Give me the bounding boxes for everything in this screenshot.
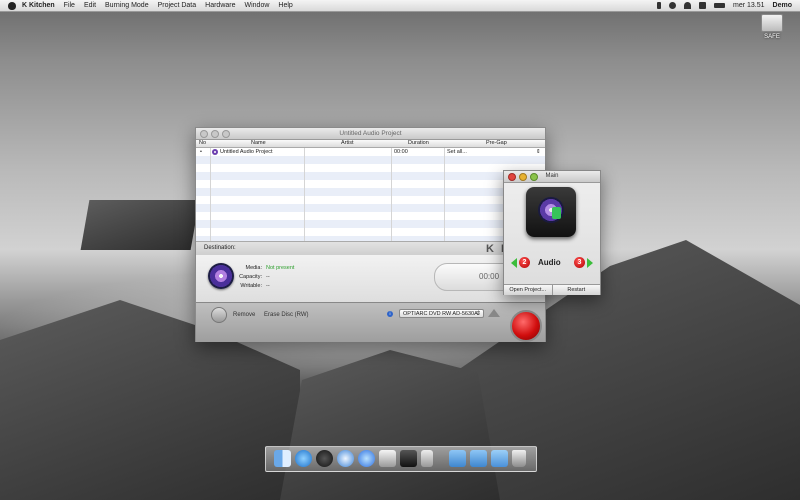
col-divider — [304, 148, 305, 243]
prev-mode-badge[interactable]: 2 — [519, 257, 530, 268]
window-controls — [200, 130, 230, 138]
col-duration[interactable]: Duration — [408, 140, 429, 146]
audio-mode-icon[interactable] — [526, 187, 576, 237]
hard-drive-icon — [761, 14, 783, 32]
documents-folder-icon[interactable] — [470, 450, 487, 467]
col-name[interactable]: Name — [251, 140, 266, 146]
col-divider — [444, 148, 445, 243]
row-name: Untitled Audio Project — [220, 149, 273, 155]
destination-label: Destination: — [204, 245, 236, 251]
col-pregap[interactable]: Pre-Gap — [486, 140, 507, 146]
remove-icon[interactable] — [211, 307, 227, 323]
row-no: • — [200, 149, 202, 155]
applications-folder-icon[interactable] — [449, 450, 466, 467]
main-title: Main — [545, 173, 559, 179]
music-note-icon — [552, 207, 561, 219]
zoom-button[interactable] — [222, 130, 230, 138]
desktop-drive[interactable]: SAFE — [761, 14, 783, 40]
menu-project-data[interactable]: Project Data — [158, 2, 197, 9]
capacity-value: -- — [266, 274, 270, 280]
trash-can-icon[interactable] — [421, 450, 433, 467]
next-mode-arrow-icon[interactable] — [587, 258, 593, 268]
battery-icon[interactable] — [714, 3, 726, 8]
minimize-button[interactable] — [211, 130, 219, 138]
main-buttons: Open Project... Restart — [504, 284, 600, 295]
writable-key: Writable: — [240, 283, 262, 289]
col-no[interactable]: No — [199, 140, 206, 146]
safari-icon[interactable] — [337, 450, 354, 467]
table-row[interactable]: • Untitled Audio Project 00:00 Set all..… — [196, 148, 543, 156]
track-table-header: No Name Artist Duration Pre-Gap — [196, 140, 545, 148]
main-window: Main 2 Audio 3 Open Project... Restart — [503, 170, 601, 295]
wifi-icon[interactable] — [684, 2, 692, 9]
row-pregap[interactable]: Set all... — [447, 149, 467, 155]
menu-app-name[interactable]: K Kitchen — [22, 2, 55, 9]
dock — [265, 446, 537, 472]
main-titlebar[interactable]: Main — [504, 171, 600, 183]
drive-select[interactable]: OPTIARC DVD RW AD-5630A — [399, 309, 484, 319]
dashboard-icon[interactable] — [316, 450, 333, 467]
preview-icon[interactable] — [379, 450, 396, 467]
rock-center — [280, 350, 500, 500]
finder-icon[interactable] — [274, 450, 291, 467]
trash-icon[interactable] — [512, 450, 526, 467]
project-window: Untitled Audio Project No Name Artist Du… — [195, 127, 546, 342]
apple-icon[interactable] — [8, 1, 16, 10]
time-machine-icon[interactable] — [669, 2, 677, 9]
mode-label: Audio — [538, 258, 561, 267]
menu-burning-mode[interactable]: Burning Mode — [105, 2, 149, 9]
next-mode-badge[interactable]: 3 — [574, 257, 585, 268]
menu-bar: K Kitchen File Edit Burning Mode Project… — [0, 0, 800, 12]
menu-file[interactable]: File — [64, 2, 75, 9]
project-titlebar[interactable]: Untitled Audio Project — [196, 128, 545, 140]
remove-button[interactable]: Remove — [233, 312, 255, 318]
capacity-key: Capacity: — [239, 274, 262, 280]
prev-mode-arrow-icon[interactable] — [511, 258, 517, 268]
bluetooth-icon[interactable] — [657, 2, 662, 9]
pregap-stepper-icon[interactable]: ⇕ — [536, 149, 541, 155]
downloads-folder-icon[interactable] — [491, 450, 508, 467]
restart-button[interactable]: Restart — [552, 285, 600, 295]
eject-icon[interactable] — [488, 309, 500, 317]
menu-clock[interactable]: mer 13.51 — [733, 2, 765, 9]
menu-hardware[interactable]: Hardware — [205, 2, 235, 9]
project-title: Untitled Audio Project — [339, 130, 402, 137]
media-key: Media: — [245, 265, 262, 271]
open-project-button[interactable]: Open Project... — [504, 285, 553, 295]
close-button[interactable] — [200, 130, 208, 138]
audio-cd-icon — [212, 149, 218, 155]
track-table[interactable]: • Untitled Audio Project 00:00 Set all..… — [196, 148, 545, 243]
main-zoom-button[interactable] — [530, 173, 538, 181]
main-window-controls — [508, 173, 538, 181]
menu-help[interactable]: Help — [278, 2, 292, 9]
row-duration: 00:00 — [394, 149, 408, 155]
info-icon[interactable]: i — [387, 311, 393, 317]
menu-window[interactable]: Window — [245, 2, 270, 9]
mode-selector: 2 Audio 3 — [504, 256, 600, 270]
col-divider — [210, 148, 211, 243]
disc-info-panel: Media: Not present Capacity: -- Writable… — [196, 255, 546, 302]
disc-icon — [208, 263, 234, 289]
k-kitchen-icon[interactable] — [400, 450, 417, 467]
erase-disc-button[interactable]: Erase Disc (RW) — [264, 312, 309, 318]
bottom-toolbar: Remove Erase Disc (RW) i OPTIARC DVD RW … — [196, 302, 545, 342]
destination-bar: Destination: K Kit — [196, 241, 545, 256]
itunes-icon[interactable] — [358, 450, 375, 467]
rock-pier — [80, 200, 200, 250]
drive-label: SAFE — [764, 34, 780, 40]
timer-value: 00:00 — [479, 272, 500, 281]
main-close-button[interactable] — [508, 173, 516, 181]
writable-value: -- — [266, 283, 270, 289]
col-divider — [391, 148, 392, 243]
menu-edit[interactable]: Edit — [84, 2, 96, 9]
col-artist[interactable]: Artist — [341, 140, 354, 146]
menu-user[interactable]: Demo — [773, 2, 792, 9]
main-minimize-button[interactable] — [519, 173, 527, 181]
media-value: Not present — [266, 265, 295, 271]
volume-icon[interactable] — [699, 2, 707, 9]
burn-button[interactable] — [510, 310, 542, 342]
app-store-icon[interactable] — [295, 450, 312, 467]
